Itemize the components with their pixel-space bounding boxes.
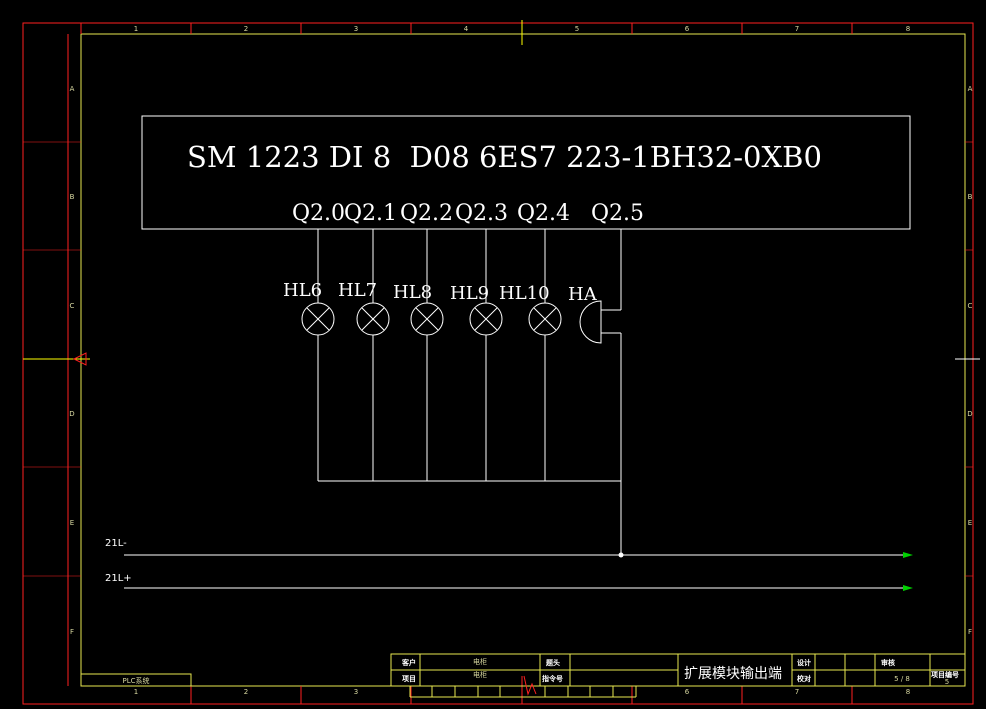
lamp-hl7-icon [356, 302, 390, 336]
col-label-bottom: 8 [906, 688, 910, 696]
net-label-minus: 21L- [105, 538, 127, 549]
row-label-right: E [968, 519, 972, 527]
output-label-q2-0: Q2.0 [292, 201, 345, 226]
tb-project-value: 电柜 [473, 670, 487, 679]
load-label-hl7: HL7 [338, 280, 377, 301]
row-label-right: B [968, 193, 973, 201]
col-label-top: 7 [795, 25, 799, 33]
col-label-top: 8 [906, 25, 910, 33]
row-label-left: F [70, 628, 74, 636]
row-label-left: A [70, 85, 75, 93]
module-title: SM 1223 DI 8 D08 6ES7 223-1BH32-0XB0 [187, 140, 822, 174]
lamp-hl6-icon [301, 302, 335, 336]
col-label-bottom: 2 [244, 688, 248, 696]
col-label-top: 6 [685, 25, 690, 33]
row-label-right: C [968, 302, 973, 310]
load-label-hl6: HL6 [283, 280, 322, 301]
load-label-hl9: HL9 [450, 283, 489, 304]
load-label-ha: HA [568, 284, 598, 305]
row-label-left: E [70, 519, 74, 527]
output-label-q2-3: Q2.3 [455, 201, 508, 226]
column-ruler-bottom: 1 2 3 6 7 8 [134, 676, 910, 704]
row-label-left: B [70, 193, 75, 201]
revision-mark-icon [523, 675, 537, 696]
row-label-right: F [968, 628, 972, 636]
tb-check-label: 校对 [797, 674, 811, 683]
lamp-hl8-icon [410, 302, 444, 336]
tb-customer-label: 客户 [401, 658, 416, 667]
col-label-bottom: 1 [134, 688, 138, 696]
outer-frame [22, 22, 974, 705]
col-label-top: 1 [134, 25, 138, 33]
tb-customer-value: 电柜 [473, 657, 487, 666]
rail-minus-arrow-icon [903, 552, 913, 558]
tb-project-no-value: 5 [945, 678, 949, 686]
rail-plus-arrow-icon [903, 585, 913, 591]
col-label-bottom: 6 [685, 688, 690, 696]
column-ruler-top: 1 2 3 4 5 6 7 8 [80, 20, 910, 45]
lamp-hl10-icon [528, 302, 562, 336]
col-label-top: 2 [244, 25, 248, 33]
row-label-right: A [968, 85, 973, 93]
row-label-left: D [69, 410, 74, 418]
net-label-plus: 21L+ [105, 573, 132, 584]
col-label-top: 5 [575, 25, 579, 33]
tb-drawing-title: 扩展模块输出端 [684, 666, 782, 682]
output-label-q2-5: Q2.5 [591, 201, 644, 226]
tb-approve-label: 审核 [881, 658, 895, 667]
left-tag: PLC系统 [122, 676, 149, 685]
lamp-hl9-icon [469, 302, 503, 336]
output-label-q2-2: Q2.2 [400, 201, 453, 226]
load-label-hl8: HL8 [393, 282, 432, 303]
output-label-q2-4: Q2.4 [517, 201, 570, 226]
buzzer-ha-icon [579, 300, 621, 344]
row-ruler-right: A B C D E F [955, 85, 980, 636]
col-label-bottom: 7 [795, 688, 799, 696]
tb-project-label: 项目 [402, 674, 416, 683]
col-label-bottom: 3 [354, 688, 358, 696]
tb-design-label: 设计 [797, 658, 811, 667]
row-label-left: C [70, 302, 75, 310]
schematic-canvas: 1 2 3 4 5 6 7 8 1 2 3 6 7 8 A B C D E F … [22, 20, 980, 705]
row-label-right: D [967, 410, 972, 418]
output-label-q2-1: Q2.1 [344, 201, 397, 226]
col-label-top: 3 [354, 25, 358, 33]
col-label-top: 4 [464, 25, 469, 33]
return-wires [317, 333, 622, 555]
tb-page: 5 / 8 [894, 675, 910, 683]
tb-head-label: 题头 [545, 658, 560, 667]
row-ruler-left: A B C D E F [23, 34, 90, 686]
junction-dot [618, 552, 624, 558]
load-label-hl10: HL10 [499, 283, 550, 304]
tb-order-label: 指令号 [542, 674, 563, 683]
